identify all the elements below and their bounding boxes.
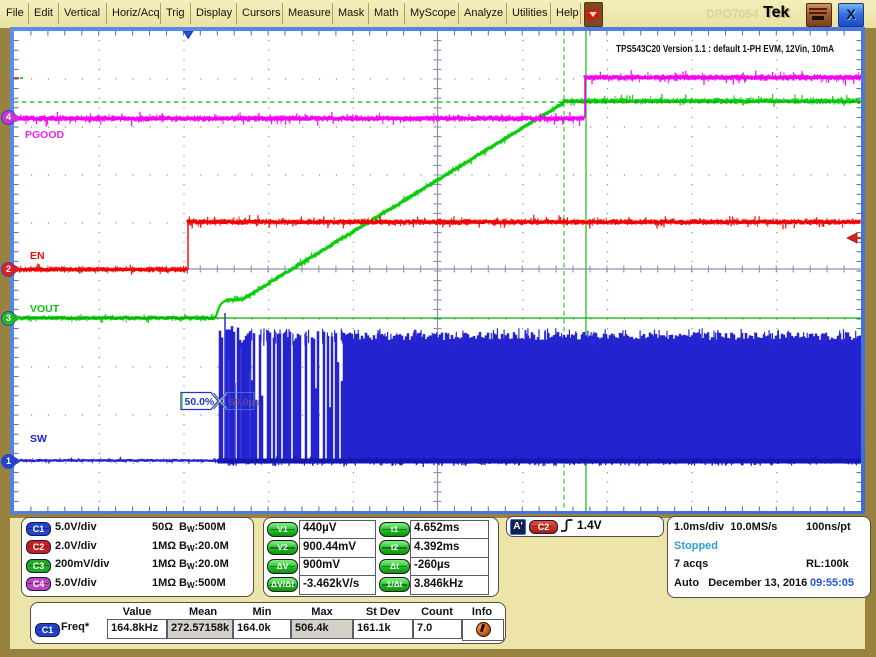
svg-text:50.0µs: 50.0µs <box>229 398 260 409</box>
svg-text:VOUT: VOUT <box>30 303 60 315</box>
svg-text:TPS543C20 Version 1.1 : defaul: TPS543C20 Version 1.1 : default 1-PH EVM… <box>616 43 834 55</box>
svg-text:EN: EN <box>30 250 45 262</box>
svg-text:PGOOD: PGOOD <box>25 129 65 141</box>
svg-text:SW: SW <box>30 433 47 445</box>
svg-text:50.0%: 50.0% <box>185 396 215 408</box>
